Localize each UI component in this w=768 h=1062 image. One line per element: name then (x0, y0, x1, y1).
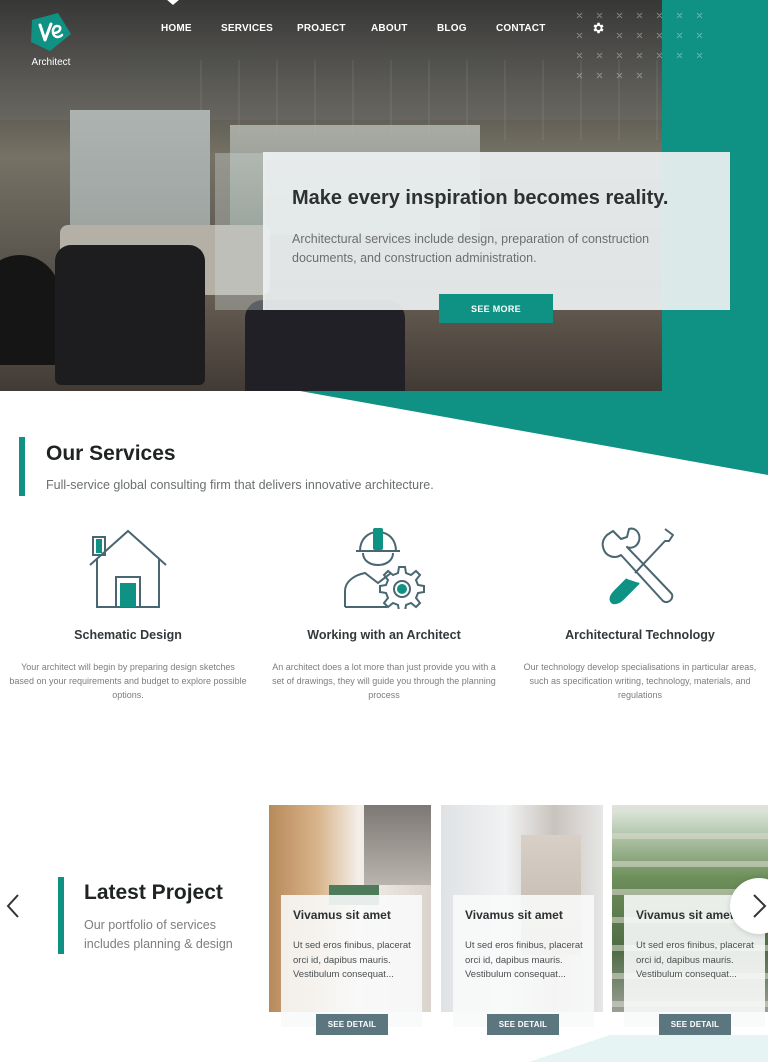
decorative-bottom-shape (529, 1035, 768, 1062)
house-icon (89, 529, 167, 608)
nav-blog[interactable]: BLOG (437, 23, 467, 34)
services-subtitle: Full-service global consulting firm that… (46, 478, 434, 492)
project-name: Vivamus sit amet (465, 908, 563, 922)
projects-accent-bar (58, 877, 64, 954)
service-description: Our technology develop specialisations i… (523, 662, 757, 700)
engineer-gear-icon (344, 528, 425, 609)
service-card-architect: Working with an Architect An architect d… (261, 525, 507, 700)
services-accent-bar (19, 437, 25, 496)
see-detail-button[interactable]: SEE DETAIL (487, 1014, 559, 1035)
hero-title: Make every inspiration becomes reality. (292, 187, 669, 209)
project-name: Vivamus sit amet (636, 908, 734, 922)
service-name: Schematic Design (74, 628, 182, 642)
nav-home[interactable]: HOME (161, 23, 192, 34)
see-more-button[interactable]: SEE MORE (439, 294, 553, 323)
see-detail-button[interactable]: SEE DETAIL (316, 1014, 388, 1035)
services-title: Our Services (46, 442, 176, 465)
service-description: Your architect will begin by preparing d… (9, 662, 247, 700)
nav-project[interactable]: PROJECT (297, 23, 346, 34)
chevron-left-icon[interactable] (4, 893, 22, 919)
nav-about[interactable]: ABOUT (371, 23, 408, 34)
projects-subtitle: Our portfolio of services includes plann… (84, 918, 233, 951)
see-detail-button[interactable]: SEE DETAIL (659, 1014, 731, 1035)
projects-title: Latest Project (84, 881, 223, 904)
logo-icon[interactable] (28, 12, 73, 52)
service-card-technology: Architectural Technology Our technology … (517, 525, 763, 700)
project-card-2: Vivamus sit amet Ut sed eros finibus, pl… (453, 895, 594, 1027)
service-name: Working with an Architect (307, 628, 461, 642)
nav-active-indicator (167, 0, 179, 5)
chevron-right-icon (753, 894, 767, 918)
service-name: Architectural Technology (565, 628, 715, 642)
project-name: Vivamus sit amet (293, 908, 391, 922)
project-description: Ut sed eros finibus, placerat orci id, d… (636, 940, 754, 980)
service-card-schematic: Schematic Design Your architect will beg… (5, 525, 251, 700)
gear-icon[interactable] (591, 21, 605, 35)
hero-description: Architectural services include design, p… (292, 232, 650, 265)
project-description: Ut sed eros finibus, placerat orci id, d… (465, 940, 583, 980)
hero-card: Make every inspiration becomes reality. … (263, 152, 730, 310)
project-card-1: Vivamus sit amet Ut sed eros finibus, pl… (281, 895, 422, 1027)
tools-icon (601, 527, 674, 605)
logo-label: Architect (31, 57, 71, 68)
nav-services[interactable]: SERVICES (221, 23, 273, 34)
nav-contact[interactable]: CONTACT (496, 23, 546, 34)
project-description: Ut sed eros finibus, placerat orci id, d… (293, 940, 411, 980)
service-description: An architect does a lot more than just p… (272, 662, 496, 700)
hero-card-shadow (215, 153, 265, 310)
decorative-dot-pattern (576, 12, 703, 79)
